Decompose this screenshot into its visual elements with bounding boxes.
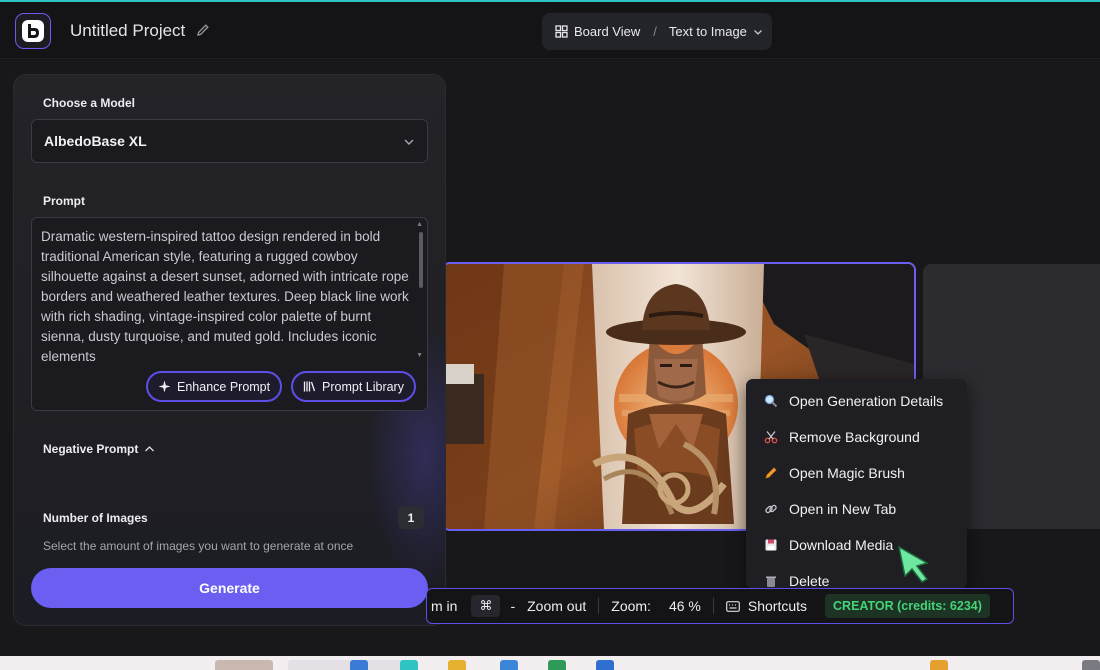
taskbar-app-icon[interactable] — [500, 660, 518, 670]
mouse-cursor-icon — [897, 545, 929, 583]
zoom-label: Zoom: — [611, 598, 651, 614]
menu-item-label: Open Generation Details — [789, 393, 944, 409]
enhance-prompt-label: Enhance Prompt — [177, 379, 271, 394]
minus-key: - — [510, 598, 516, 614]
prompt-library-label: Prompt Library — [322, 379, 404, 394]
taskbar-region — [288, 660, 406, 670]
shortcuts-label: Shortcuts — [747, 598, 808, 614]
num-images-value[interactable]: 1 — [398, 506, 424, 529]
enhance-prompt-button[interactable]: Enhance Prompt — [146, 371, 283, 402]
prompt-label: Prompt — [43, 194, 85, 208]
os-taskbar — [0, 656, 1100, 670]
prompt-text[interactable]: Dramatic western-inspired tattoo design … — [41, 227, 416, 361]
taskbar-app-icon[interactable] — [400, 660, 418, 670]
menu-item-open-in-new-tab[interactable]: Open in New Tab — [746, 494, 967, 524]
view-breadcrumb: Board View / Text to Image — [542, 13, 772, 50]
model-value: AlbedoBase XL — [44, 133, 147, 149]
scroll-down-icon[interactable]: ▼ — [416, 352, 423, 359]
chevron-down-icon[interactable] — [753, 27, 763, 37]
toolbar-divider — [712, 598, 714, 614]
top-bar: Untitled Project Board View / Text to Im… — [0, 2, 1100, 59]
chevron-up-icon — [145, 445, 155, 451]
credits-badge[interactable]: CREATOR (credits: 6234) — [825, 594, 990, 618]
menu-item-remove-background[interactable]: Remove Background — [746, 422, 967, 452]
zoom-value[interactable]: 46 % — [669, 598, 701, 614]
board-view-link[interactable]: Board View — [574, 24, 640, 39]
toolbar-divider — [598, 598, 600, 614]
shortcuts-button[interactable]: Shortcuts — [725, 598, 808, 614]
menu-item-label: Download Media — [789, 537, 894, 553]
scissors-icon — [763, 429, 779, 445]
library-books-icon — [303, 381, 316, 392]
prompt-textarea[interactable]: Dramatic western-inspired tattoo design … — [31, 217, 428, 411]
sparkle-icon — [158, 380, 171, 393]
taskbar-app-icon[interactable] — [930, 660, 948, 670]
model-select[interactable]: AlbedoBase XL — [31, 119, 428, 163]
generation-panel: Choose a Model AlbedoBase XL Prompt Dram… — [14, 75, 445, 625]
num-images-label: Number of Images — [43, 511, 148, 525]
app-logo[interactable] — [15, 13, 51, 49]
scroll-thumb[interactable] — [419, 232, 423, 288]
menu-item-label: Open in New Tab — [789, 501, 897, 517]
menu-item-open-generation-details[interactable]: Open Generation Details — [746, 386, 967, 416]
zoom-in-label[interactable]: m in — [431, 598, 457, 614]
taskbar-app-icon[interactable] — [596, 660, 614, 670]
menu-item-label: Delete — [789, 573, 830, 589]
board-grid-icon — [555, 25, 568, 38]
link-icon — [763, 501, 779, 517]
taskbar-app-icon[interactable] — [350, 660, 368, 670]
negative-prompt-label: Negative Prompt — [43, 442, 139, 456]
taskbar-app-icon[interactable] — [548, 660, 566, 670]
magnifier-icon — [763, 393, 779, 409]
num-images-helper: Select the amount of images you want to … — [43, 539, 354, 553]
taskbar-thumbnail[interactable] — [215, 660, 273, 670]
menu-item-label: Open Magic Brush — [789, 465, 905, 481]
trash-icon — [763, 573, 779, 589]
prompt-scrollbar[interactable]: ▲ ▼ — [416, 221, 423, 359]
menu-item-open-magic-brush[interactable]: Open Magic Brush — [746, 458, 967, 488]
keyboard-icon — [725, 600, 740, 612]
menu-item-label: Remove Background — [789, 429, 920, 445]
chevron-down-icon — [404, 139, 414, 145]
zoom-out-button[interactable]: Zoom out — [527, 598, 586, 614]
canvas-toolbar: m in ⌘ - Zoom out Zoom: 46 % Shortcuts C… — [426, 588, 1014, 624]
cmd-key: ⌘ — [471, 595, 501, 617]
floppy-disk-icon — [763, 537, 779, 553]
pencil-icon — [763, 465, 779, 481]
edit-title-icon[interactable] — [195, 22, 211, 38]
generate-button[interactable]: Generate — [31, 568, 428, 608]
prompt-library-button[interactable]: Prompt Library — [291, 371, 416, 402]
model-label: Choose a Model — [43, 96, 136, 110]
logo-icon — [22, 20, 44, 42]
project-title[interactable]: Untitled Project — [70, 21, 185, 41]
scroll-up-icon[interactable]: ▲ — [416, 221, 423, 228]
negative-prompt-toggle[interactable]: Negative Prompt — [43, 442, 155, 456]
taskbar-app-icon[interactable] — [448, 660, 466, 670]
breadcrumb-separator: / — [653, 24, 657, 39]
mode-dropdown[interactable]: Text to Image — [669, 24, 747, 39]
taskbar-app-icon[interactable] — [1082, 660, 1100, 670]
